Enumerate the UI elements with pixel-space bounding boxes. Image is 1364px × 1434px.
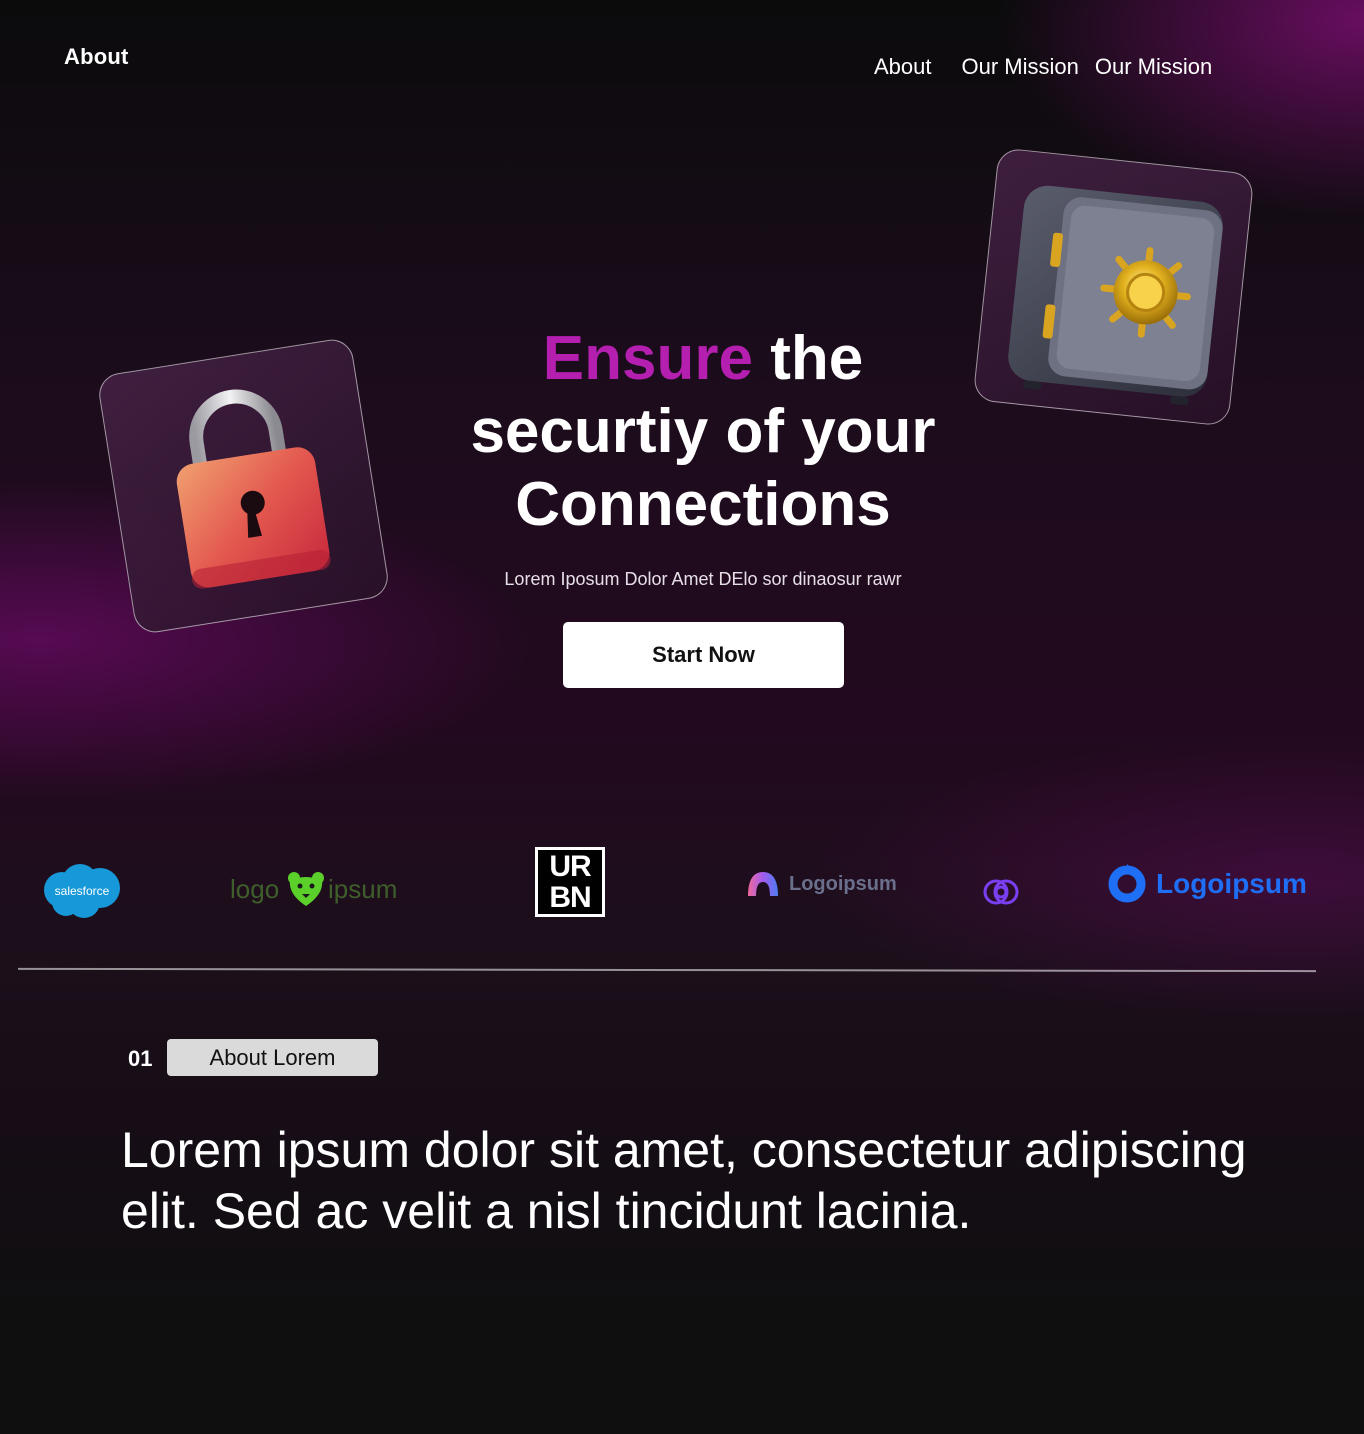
about-lorem-tag: About Lorem <box>167 1039 378 1076</box>
nav-item-our-mission[interactable]: Our Mission <box>962 54 1079 80</box>
landing-page: About About Our Mission Our Mission Ensu… <box>0 0 1364 1317</box>
swirl-icon <box>983 879 1019 905</box>
logoipsum-gradient-text: Logoipsum <box>789 873 897 895</box>
logoipsum-blue-text: Logoipsum <box>1156 868 1307 899</box>
hero-title: Ensure the securtiy of your Connections <box>420 322 986 541</box>
top-nav: About Our Mission Our Mission <box>874 54 1212 80</box>
hero-title-line-2: securtiy of your <box>470 397 936 466</box>
svg-text:logo: logo <box>230 874 279 904</box>
nav-item-about[interactable]: About <box>874 54 932 80</box>
hero-title-line-3: Connections <box>515 470 891 539</box>
about-paragraph: Lorem ipsum dolor sit amet, consectetur … <box>121 1122 1247 1239</box>
padlock-icon <box>176 389 331 589</box>
swirl-logo <box>982 873 1022 909</box>
urbn-logo: URBN <box>535 847 605 917</box>
nav-item-our-mission-2[interactable]: Our Mission <box>1095 54 1212 80</box>
logoipsum-blue-logo: Logoipsum <box>1106 862 1307 906</box>
ring-icon <box>1108 864 1146 903</box>
hero-section: Ensure the securtiy of your Connections … <box>420 322 986 590</box>
urbn-logo-text: URBN <box>549 850 591 914</box>
logoipsum-gradient-logo: Logoipsum <box>746 868 906 902</box>
logo-ipsum-bear-logo: logo ipsum <box>230 868 410 912</box>
safe-icon <box>1008 185 1223 406</box>
brand-logo-text[interactable]: About <box>64 44 129 70</box>
hero-title-rest: the <box>752 324 864 393</box>
partner-logos: salesforce logo ipsum URBN Logoipsum Log… <box>0 840 1364 930</box>
safe-card <box>972 147 1255 427</box>
start-now-button[interactable]: Start Now <box>563 622 844 688</box>
section-number: 01 <box>128 1046 153 1071</box>
hero-subtitle: Lorem Iposum Dolor Amet DElo sor dinaosu… <box>504 569 902 589</box>
salesforce-logo: salesforce <box>40 862 124 920</box>
svg-text:ipsum: ipsum <box>328 874 397 904</box>
section-divider <box>17 967 1317 973</box>
salesforce-logo-text: salesforce <box>55 884 110 898</box>
padlock-card <box>96 336 391 636</box>
hero-title-accent: Ensure <box>542 324 753 393</box>
arch-icon <box>748 872 778 896</box>
